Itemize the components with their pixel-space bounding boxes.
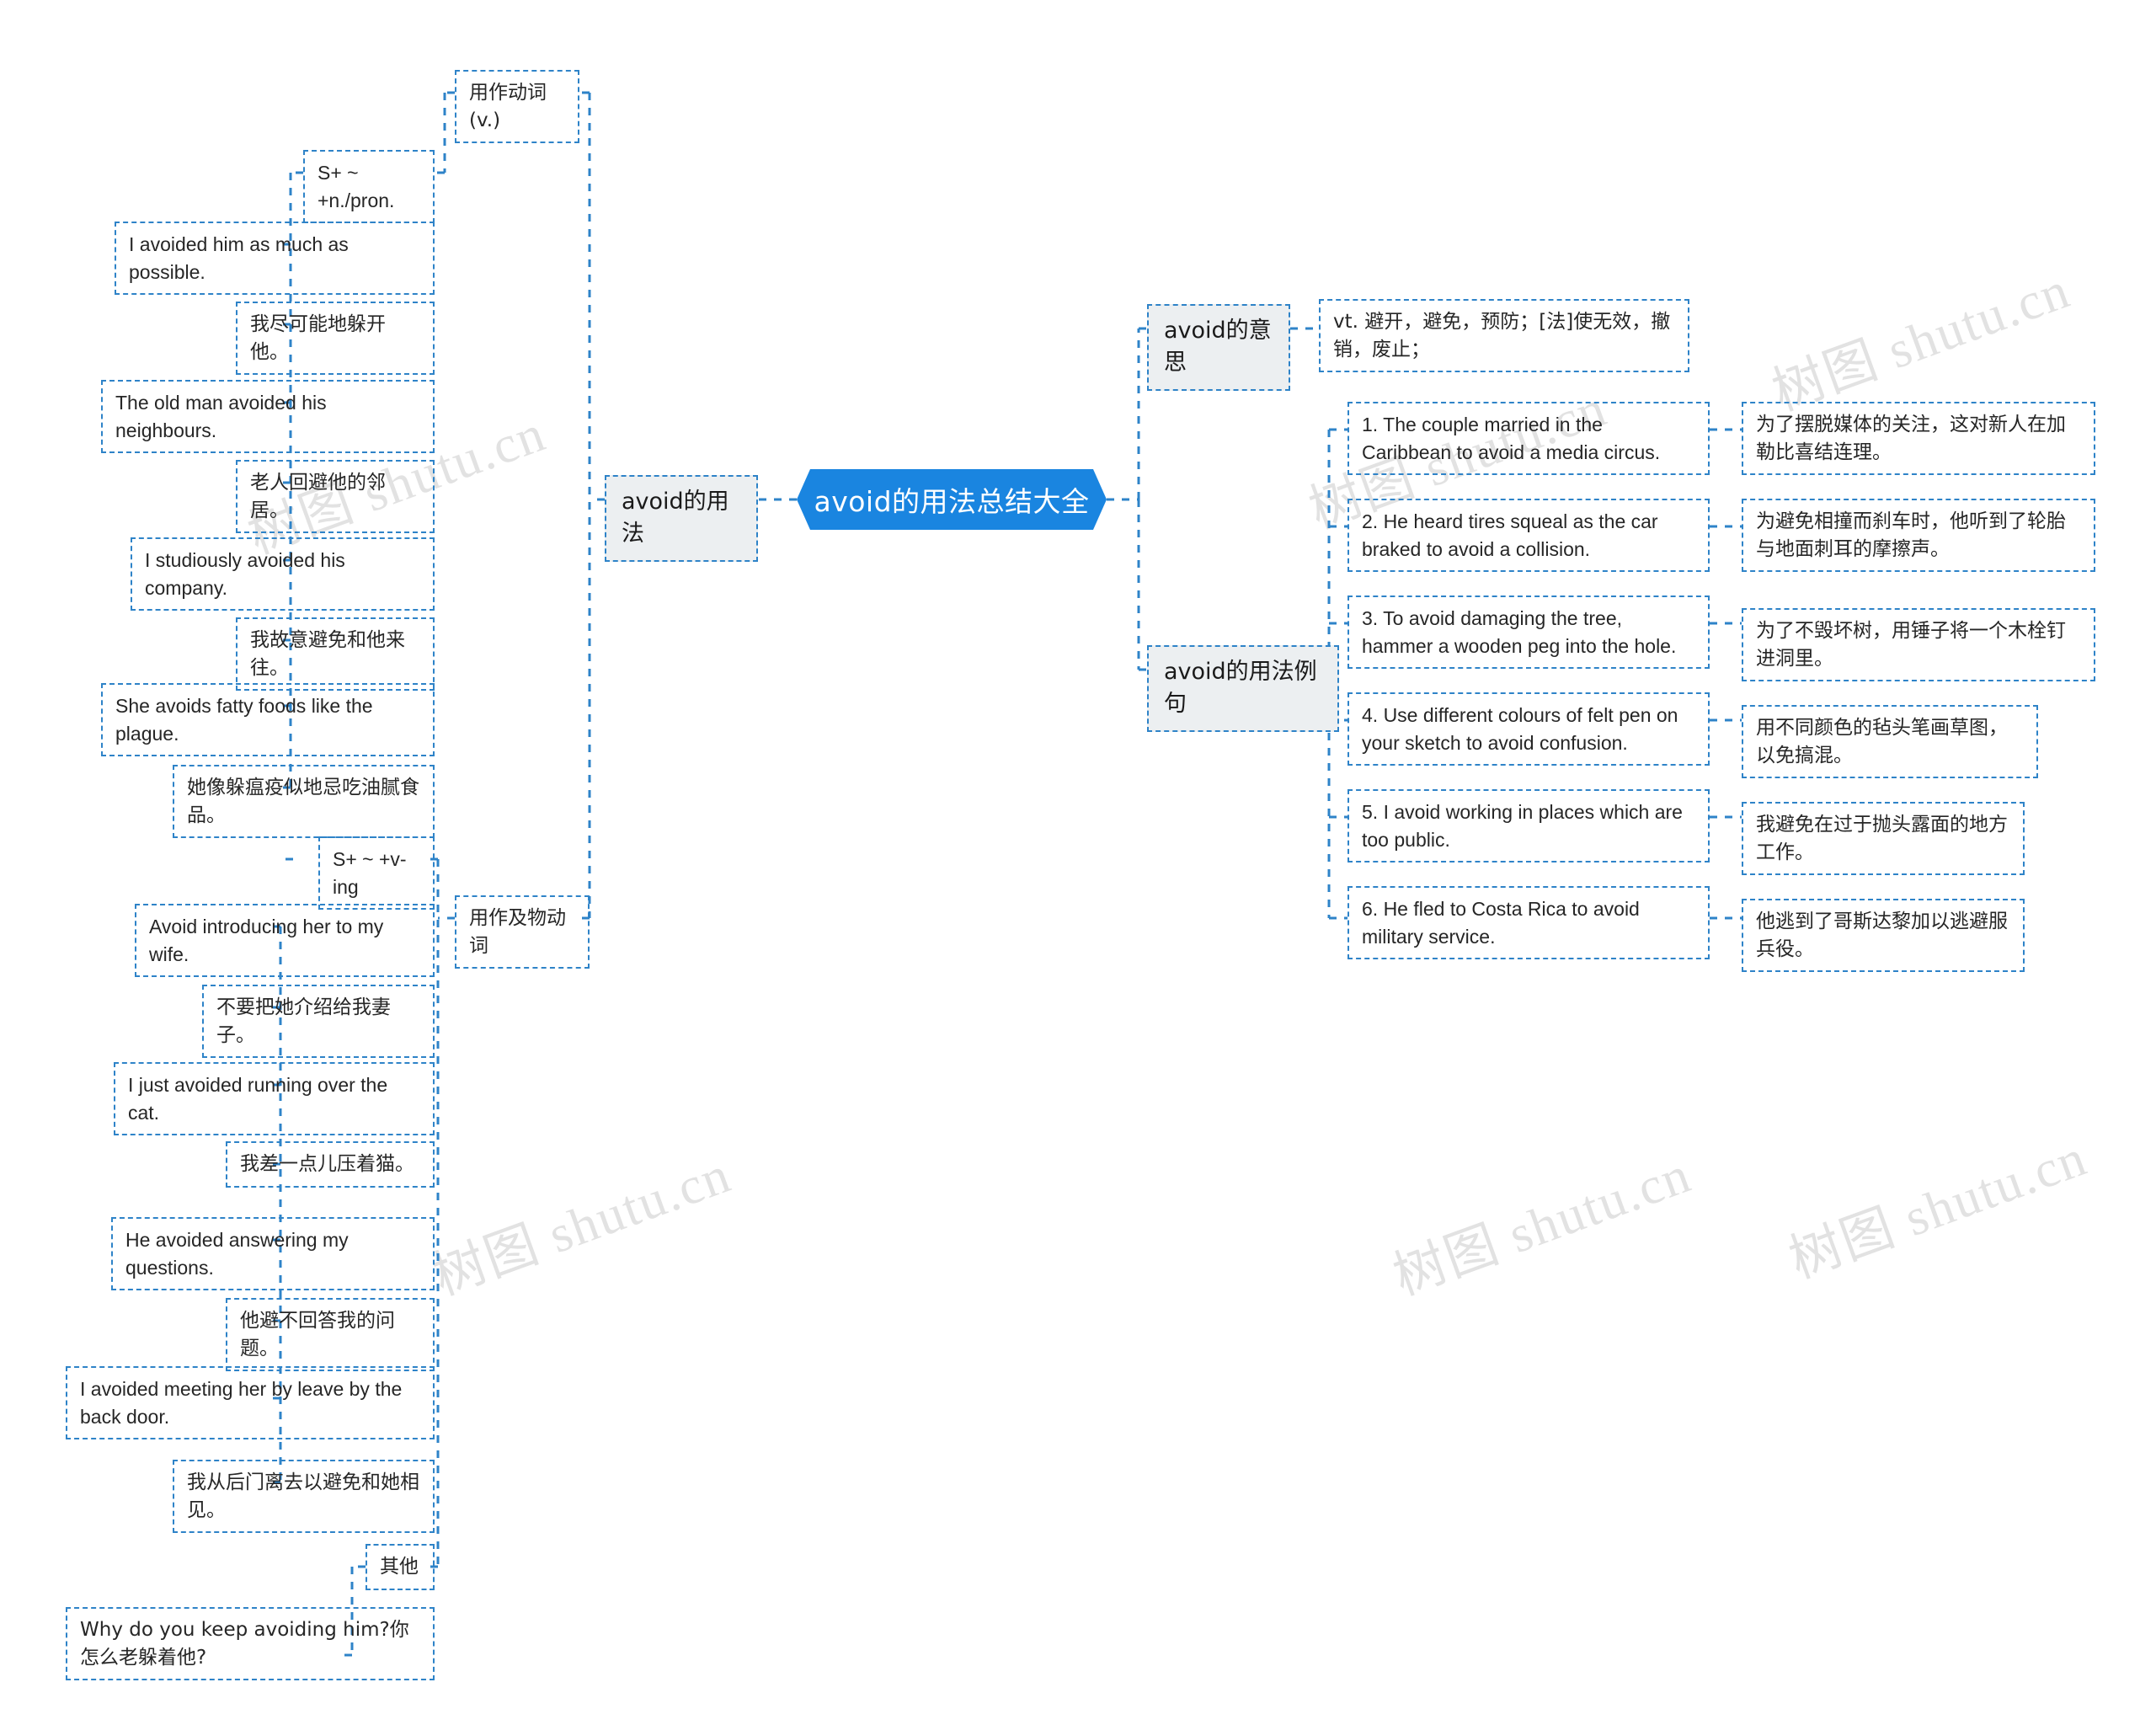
example-item-zh[interactable]: 为避免相撞而刹车时，他听到了轮胎与地面刺耳的摩擦声。 xyxy=(1742,499,2095,573)
example-sentence-en[interactable]: Avoid introducing her to my wife. xyxy=(135,904,435,978)
example-sentence-en[interactable]: I studiously avoided his company. xyxy=(131,537,435,611)
example-sentence-zh[interactable]: 她像躲瘟疫似地忌吃油腻食品。 xyxy=(173,765,435,839)
example-sentence-zh[interactable]: 他避不回答我的问题。 xyxy=(226,1298,435,1372)
example-item-en[interactable]: 2. He heard tires squeal as the car brak… xyxy=(1348,499,1710,573)
topic-usage[interactable]: avoid的用法 xyxy=(605,475,758,562)
example-item-en[interactable]: 3. To avoid damaging the tree, hammer a … xyxy=(1348,595,1710,670)
watermark: 树图 shutu.cn xyxy=(1765,261,2078,422)
watermark: 树图 shutu.cn xyxy=(1386,1146,1699,1306)
example-sentence-mixed[interactable]: Why do you keep avoiding him?你怎么老躲着他? xyxy=(66,1607,435,1681)
example-sentence-en[interactable]: He avoided answering my questions. xyxy=(111,1217,435,1291)
topic-example-sentences[interactable]: avoid的用法例句 xyxy=(1147,645,1339,732)
root-node[interactable]: avoid的用法总结大全 xyxy=(797,469,1107,530)
pattern-other[interactable]: 其他 xyxy=(366,1544,435,1590)
example-item-en[interactable]: 5. I avoid working in places which are t… xyxy=(1348,789,1710,863)
example-item-zh[interactable]: 我避免在过于抛头露面的地方工作。 xyxy=(1742,802,2025,876)
example-sentence-en[interactable]: I avoided him as much as possible. xyxy=(115,222,435,296)
watermark: 树图 shutu.cn xyxy=(1782,1129,2095,1290)
group-verb-usage[interactable]: 用作动词(v.) xyxy=(455,70,579,144)
example-sentence-zh[interactable]: 我尽可能地躲开他。 xyxy=(236,302,435,376)
watermark: 树图 shutu.cn xyxy=(426,1146,739,1306)
example-sentence-en[interactable]: I just avoided running over the cat. xyxy=(114,1062,435,1136)
example-item-zh[interactable]: 为了摆脱媒体的关注，这对新人在加勒比喜结连理。 xyxy=(1742,402,2095,476)
example-item-en[interactable]: 1. The couple married in the Caribbean t… xyxy=(1348,402,1710,476)
group-transitive-verb[interactable]: 用作及物动词 xyxy=(455,895,590,969)
pattern-noun-pronoun[interactable]: S+ ~ +n./pron. xyxy=(303,150,435,224)
example-item-en[interactable]: 4. Use different colours of felt pen on … xyxy=(1348,692,1710,766)
example-item-zh[interactable]: 用不同颜色的毡头笔画草图，以免搞混。 xyxy=(1742,705,2038,779)
example-sentence-zh[interactable]: 老人回避他的邻居。 xyxy=(236,460,435,534)
example-sentence-zh[interactable]: 我故意避免和他来往。 xyxy=(236,617,435,692)
mindmap-canvas: 树图 shutu.cn 树图 shutu.cn 树图 shutu.cn 树图 s… xyxy=(0,0,2156,1725)
topic-meaning[interactable]: avoid的意思 xyxy=(1147,304,1290,391)
example-sentence-en[interactable]: She avoids fatty foods like the plague. xyxy=(101,683,435,757)
example-sentence-en[interactable]: The old man avoided his neighbours. xyxy=(101,380,435,454)
pattern-gerund[interactable]: S+ ~ +v-ing xyxy=(318,836,435,911)
example-item-en[interactable]: 6. He fled to Costa Rica to avoid milita… xyxy=(1348,886,1710,960)
example-sentence-en[interactable]: I avoided meeting her by leave by the ba… xyxy=(66,1366,435,1440)
example-item-zh[interactable]: 为了不毁坏树，用锤子将一个木栓钉进洞里。 xyxy=(1742,608,2095,682)
example-sentence-zh[interactable]: 我从后门离去以避免和她相见。 xyxy=(173,1460,435,1534)
example-item-zh[interactable]: 他逃到了哥斯达黎加以逃避服兵役。 xyxy=(1742,899,2025,973)
example-sentence-zh[interactable]: 不要把她介绍给我妻子。 xyxy=(202,985,435,1059)
root-label: avoid的用法总结大全 xyxy=(814,485,1090,518)
meaning-definition[interactable]: vt. 避开，避免，预防；[法]使无效，撤销，废止； xyxy=(1319,299,1689,373)
example-sentence-zh[interactable]: 我差一点儿压着猫。 xyxy=(226,1141,435,1188)
